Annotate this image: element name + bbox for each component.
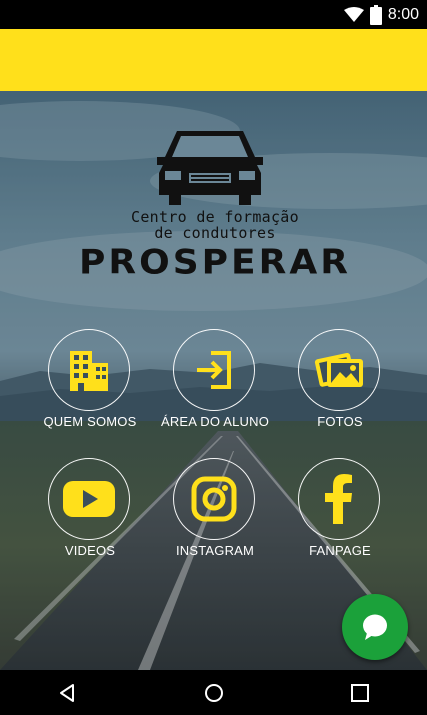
- logo-tagline: Centro de formação de condutores: [80, 209, 350, 241]
- back-icon: [60, 684, 74, 702]
- menu-circle: [173, 329, 255, 411]
- home-icon: [205, 684, 223, 702]
- menu-circle: [298, 458, 380, 540]
- building-icon: [70, 351, 108, 391]
- logo: Centro de formação de condutores PROSPER…: [0, 91, 427, 291]
- back-button[interactable]: [52, 678, 82, 708]
- battery-icon: [369, 5, 382, 25]
- status-time: 8:00: [387, 6, 419, 23]
- youtube-icon: [63, 481, 115, 517]
- chat-button[interactable]: [342, 594, 408, 660]
- menu-circle: [298, 329, 380, 411]
- facebook-icon: [325, 474, 352, 524]
- brand-name: PROSPERAR: [79, 243, 351, 282]
- menu-item-fanpage[interactable]: FANPAGE: [275, 458, 405, 568]
- menu-circle: [173, 458, 255, 540]
- menu-item-area-do-aluno[interactable]: ÁREA DO ALUNO: [150, 329, 280, 439]
- recents-icon: [351, 684, 369, 702]
- menu-item-fotos[interactable]: FOTOS: [275, 329, 405, 439]
- navigation-bar: [0, 670, 427, 715]
- menu-label: INSTAGRAM: [175, 543, 255, 558]
- photos-icon: [314, 352, 363, 387]
- home-button[interactable]: [199, 678, 229, 708]
- menu-circle: [48, 329, 130, 411]
- main-content: Centro de formação de condutores PROSPER…: [0, 91, 427, 670]
- wifi-icon: [343, 7, 364, 22]
- login-icon: [197, 351, 231, 389]
- menu-item-videos[interactable]: VIDEOS: [25, 458, 155, 568]
- chat-icon: [363, 614, 387, 640]
- menu-label: FANPAGE: [309, 543, 371, 558]
- status-bar: 8:00: [0, 0, 427, 29]
- recents-button[interactable]: [345, 678, 375, 708]
- menu-circle: [48, 458, 130, 540]
- menu-label: QUEM SOMOS: [43, 414, 137, 429]
- menu-label: VIDEOS: [64, 543, 116, 558]
- app-bar: [0, 29, 427, 91]
- tagline-line2: de condutores: [154, 224, 276, 242]
- menu-item-quem-somos[interactable]: QUEM SOMOS: [25, 329, 155, 439]
- menu-item-instagram[interactable]: INSTAGRAM: [150, 458, 280, 568]
- instagram-icon: [191, 476, 237, 522]
- menu-label: ÁREA DO ALUNO: [160, 414, 270, 429]
- menu-label: FOTOS: [317, 414, 363, 429]
- car-icon: [157, 131, 263, 205]
- tagline-line1: Centro de formação: [131, 208, 299, 226]
